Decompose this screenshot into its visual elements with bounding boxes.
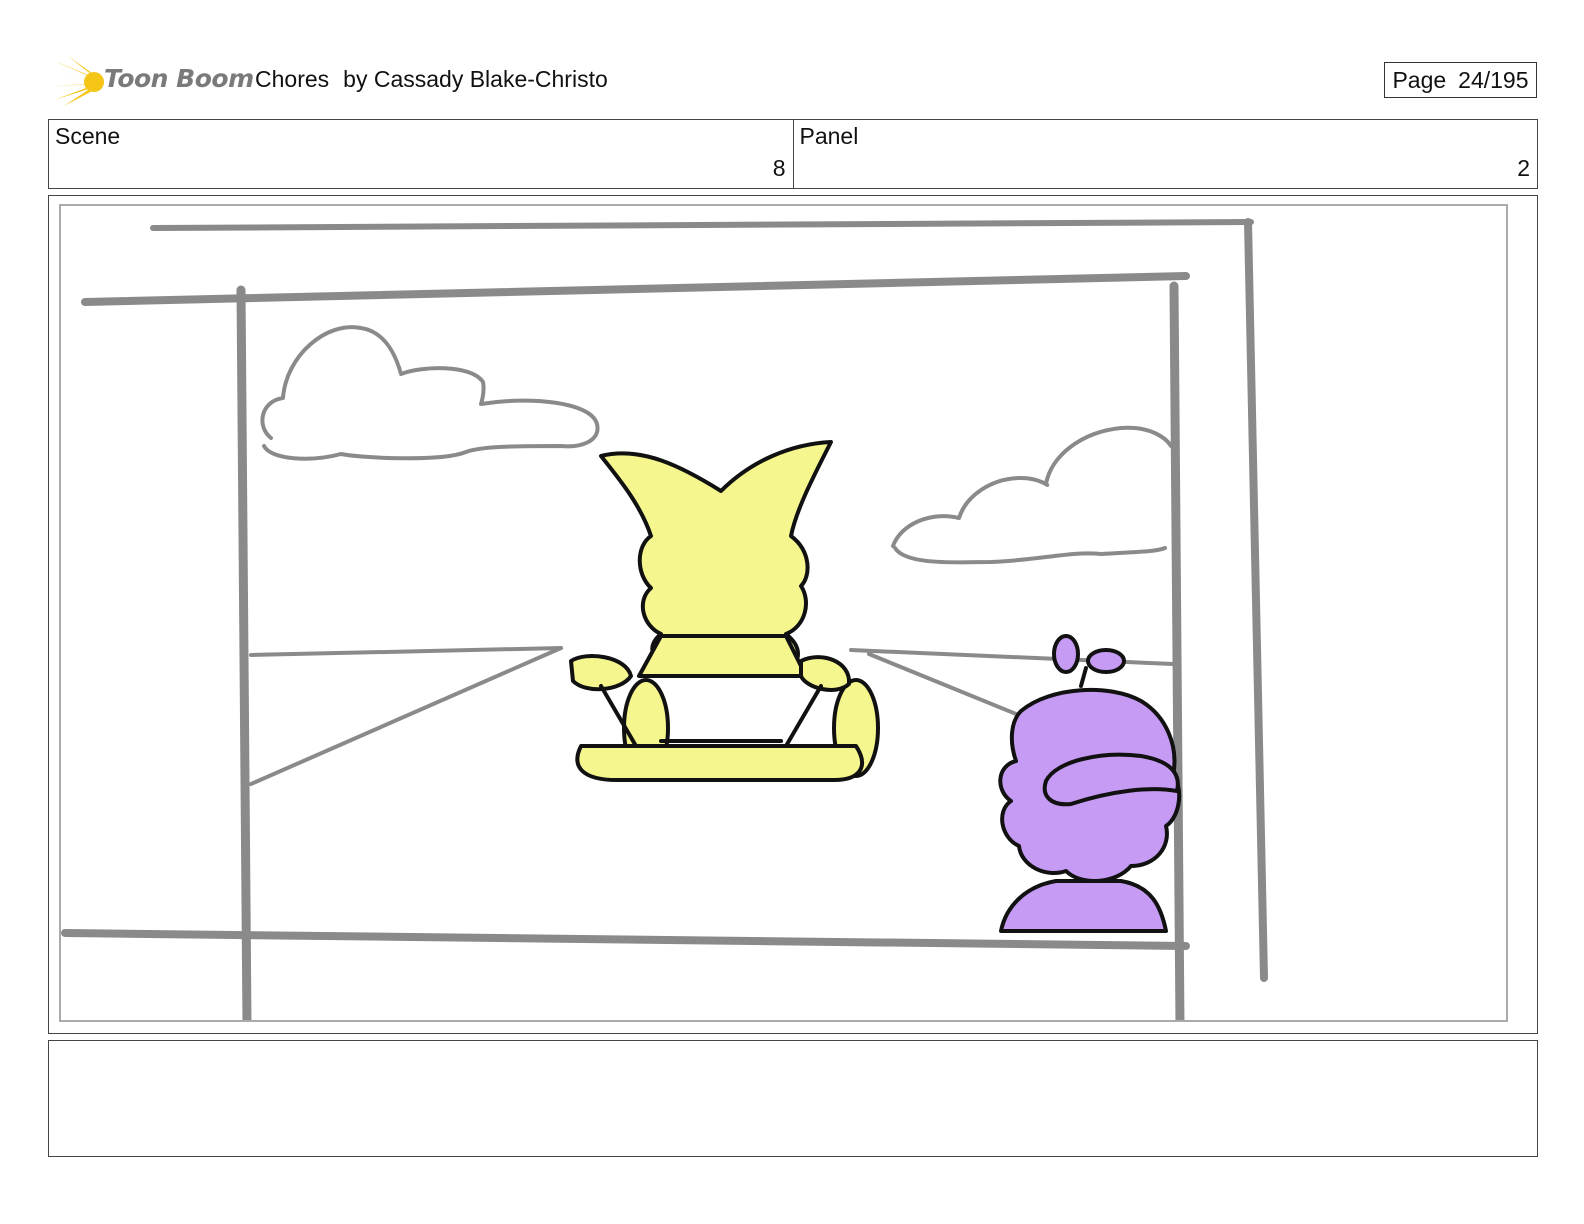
panel-value: 2 xyxy=(1517,155,1530,181)
scene-label: Scene xyxy=(55,123,121,149)
sun-flare-icon xyxy=(50,56,104,106)
panel-label: Panel xyxy=(799,123,859,149)
panel-notes-box xyxy=(48,1040,1538,1157)
project-title: Chores xyxy=(255,66,330,92)
page-number: 24/195 xyxy=(1458,66,1529,93)
storyboard-sketch xyxy=(61,218,1268,1020)
scene-value: 8 xyxy=(772,155,786,181)
page-label: Page xyxy=(1392,66,1447,93)
toon-boom-logo: Toon Boom xyxy=(50,54,254,108)
scene-panel-info: Scene 8 Panel 2 xyxy=(48,119,1538,189)
page-indicator: Page 24/195 xyxy=(1384,62,1537,98)
panel-cell: Panel 2 xyxy=(792,120,1538,188)
scene-cell: Scene 8 xyxy=(49,120,793,188)
document-title: Chores by Cassady Blake-Christo xyxy=(255,66,608,93)
panel-image xyxy=(59,204,1508,1022)
logo-wordmark: Toon Boom xyxy=(104,64,254,93)
panel-frame xyxy=(48,195,1538,1034)
author-credit: by Cassady Blake-Christo xyxy=(343,66,608,92)
purple-character-sketch xyxy=(998,634,1182,933)
yellow-character-sketch xyxy=(569,440,880,783)
